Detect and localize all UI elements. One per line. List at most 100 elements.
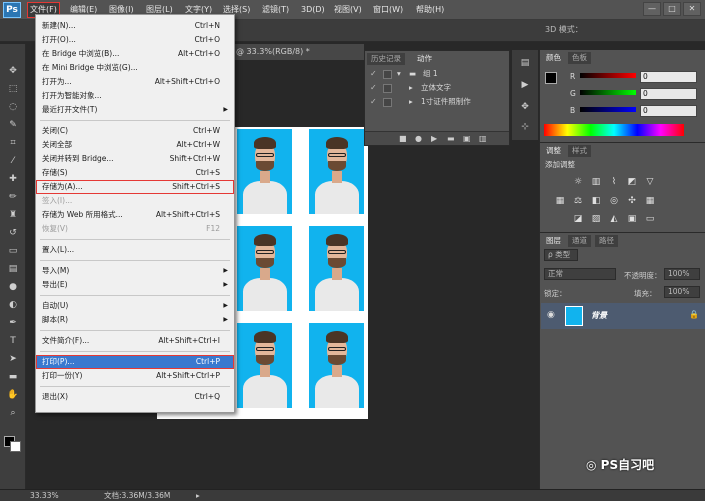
menu-filter[interactable]: 滤镜(T) — [262, 3, 289, 17]
dialog-toggle[interactable] — [383, 84, 392, 93]
file-menu-item[interactable]: 打开(O)... Ctrl+O — [36, 33, 234, 47]
marquee-tool-icon[interactable]: ⬚ — [4, 82, 22, 96]
file-menu-item[interactable]: 导入(M) ▶ — [36, 264, 234, 278]
shape-tool-icon[interactable]: ▬ — [4, 370, 22, 384]
tab-history[interactable]: 历史记录 — [367, 53, 405, 65]
color-lookup-icon[interactable]: ▦ — [644, 195, 656, 207]
opacity-input[interactable]: 100% — [664, 268, 700, 280]
eraser-tool-icon[interactable]: ▭ — [4, 244, 22, 258]
brush-tool-icon[interactable]: ✏ — [4, 190, 22, 204]
close-button[interactable]: ✕ — [683, 2, 701, 16]
photo-filter-icon[interactable]: ◎ — [608, 195, 620, 207]
blend-mode-select[interactable]: 正常 — [544, 268, 616, 280]
lasso-tool-icon[interactable]: ◌ — [4, 100, 22, 114]
expand-arrow-icon[interactable]: ▸ — [409, 81, 413, 95]
brush-panel-icon[interactable]: ⊹ — [517, 120, 533, 134]
channel-b-slider[interactable] — [580, 107, 636, 112]
brightness-contrast-icon[interactable]: ☼ — [572, 176, 584, 188]
history-panel-icon[interactable]: ▤ — [517, 56, 533, 70]
tab-actions[interactable]: 动作 — [413, 53, 436, 65]
channel-g-value[interactable]: 0 — [640, 88, 697, 100]
levels-icon[interactable]: ▥ — [590, 176, 602, 188]
file-menu-item[interactable]: 脚本(R) ▶ — [36, 313, 234, 327]
tab-styles[interactable]: 样式 — [568, 145, 591, 157]
menu-window[interactable]: 窗口(W) — [373, 3, 403, 17]
tab-layers[interactable]: 图层 — [542, 235, 565, 247]
fill-input[interactable]: 100% — [664, 286, 700, 298]
new-set-icon[interactable]: ▬ — [447, 132, 455, 146]
file-menu-item[interactable]: 存储(S) Ctrl+S — [36, 166, 234, 180]
maximize-button[interactable]: □ — [663, 2, 681, 16]
file-menu-item[interactable]: 关闭并转到 Bridge... Shift+Ctrl+W — [36, 152, 234, 166]
path-select-tool-icon[interactable]: ➤ — [4, 352, 22, 366]
threshold-icon[interactable]: ◭ — [608, 213, 620, 225]
document-tab[interactable]: @ 33.3%(RGB/8) * — [234, 44, 364, 60]
channel-r-slider[interactable] — [580, 73, 636, 78]
layer-name[interactable]: 背景 — [591, 310, 607, 321]
tab-color[interactable]: 颜色 — [542, 52, 565, 64]
file-menu-item[interactable]: 打印(P)... Ctrl+P — [36, 355, 234, 369]
file-menu-item[interactable]: 关闭(C) Ctrl+W — [36, 124, 234, 138]
file-menu-item[interactable]: 打印一份(Y) Alt+Shift+Ctrl+P — [36, 369, 234, 383]
healing-brush-tool-icon[interactable]: ✚ — [4, 172, 22, 186]
zoom-tool-icon[interactable]: ⌕ — [4, 406, 22, 420]
dialog-toggle[interactable] — [383, 70, 392, 79]
stop-icon[interactable]: ■ — [399, 132, 407, 146]
minimize-button[interactable]: — — [643, 2, 661, 16]
file-menu-item[interactable]: 置入(L)... — [36, 243, 234, 257]
dialog-toggle[interactable] — [383, 98, 392, 107]
hue-saturation-icon[interactable]: ▦ — [554, 195, 566, 207]
file-menu-item[interactable]: 恢复(V) F12 — [36, 222, 234, 236]
pen-tool-icon[interactable]: ✒ — [4, 316, 22, 330]
history-brush-tool-icon[interactable]: ↺ — [4, 226, 22, 240]
background-color-swatch[interactable] — [10, 441, 21, 452]
file-menu-item[interactable]: 打开为智能对象... — [36, 89, 234, 103]
tool-presets-icon[interactable]: ✥ — [517, 100, 533, 114]
dodge-tool-icon[interactable]: ◐ — [4, 298, 22, 312]
tab-swatches[interactable]: 色板 — [568, 52, 591, 64]
zoom-level[interactable]: 33.33% — [30, 490, 59, 501]
file-menu-item[interactable]: 打开为... Alt+Shift+Ctrl+O — [36, 75, 234, 89]
menu-3d[interactable]: 3D(D) — [301, 3, 325, 17]
file-menu-item[interactable]: 存储为 Web 所用格式... Alt+Shift+Ctrl+S — [36, 208, 234, 222]
layer-kind-filter[interactable]: ρ 类型 — [544, 249, 578, 261]
file-menu-item[interactable]: 新建(N)... Ctrl+N — [36, 19, 234, 33]
exposure-icon[interactable]: ◩ — [626, 176, 638, 188]
document-info[interactable]: 文档:3.36M/3.36M — [104, 490, 170, 501]
gradient-map-icon[interactable]: ▭ — [644, 213, 656, 225]
action-row[interactable]: ✓ ▾ ▬ 组 1 — [367, 67, 508, 81]
clone-stamp-tool-icon[interactable]: ♜ — [4, 208, 22, 222]
actions-panel-icon[interactable]: ▶ — [517, 78, 533, 92]
status-arrow-icon[interactable]: ▸ — [196, 490, 200, 501]
play-icon[interactable]: ▶ — [431, 132, 437, 146]
color-fg-swatch[interactable] — [545, 72, 557, 84]
color-balance-icon[interactable]: ⚖ — [572, 195, 584, 207]
file-menu-item[interactable]: 存储为(A)... Shift+Ctrl+S — [36, 180, 234, 194]
tab-paths[interactable]: 路径 — [595, 235, 618, 247]
black-white-icon[interactable]: ◧ — [590, 195, 602, 207]
tab-adjustments[interactable]: 调整 — [542, 145, 565, 157]
curves-icon[interactable]: ⌇ — [608, 176, 620, 188]
record-icon[interactable]: ● — [415, 132, 422, 146]
color-spectrum-bar[interactable] — [544, 124, 684, 136]
blur-tool-icon[interactable]: ● — [4, 280, 22, 294]
file-menu-item[interactable]: 签入(I)... — [36, 194, 234, 208]
file-menu-item[interactable]: 退出(X) Ctrl+Q — [36, 390, 234, 404]
channel-b-value[interactable]: 0 — [640, 105, 697, 117]
hand-tool-icon[interactable]: ✋ — [4, 388, 22, 402]
channel-g-slider[interactable] — [580, 90, 636, 95]
file-menu-item[interactable]: 自动(U) ▶ — [36, 299, 234, 313]
invert-icon[interactable]: ◪ — [572, 213, 584, 225]
posterize-icon[interactable]: ▨ — [590, 213, 602, 225]
gradient-tool-icon[interactable]: ▤ — [4, 262, 22, 276]
layer-row-background[interactable]: ◉ 背景 🔒 — [541, 303, 705, 329]
expand-arrow-icon[interactable]: ▸ — [409, 95, 413, 109]
action-row[interactable]: ✓ ▸ 立体文字 — [367, 81, 508, 95]
action-row[interactable]: ✓ ▸ 1寸证件照制作 — [367, 95, 508, 109]
expand-arrow-icon[interactable]: ▾ — [397, 67, 401, 81]
move-tool-icon[interactable]: ✥ — [4, 64, 22, 78]
selective-color-icon[interactable]: ▣ — [626, 213, 638, 225]
menu-help[interactable]: 帮助(H) — [416, 3, 444, 17]
file-menu-item[interactable]: 文件简介(F)... Alt+Shift+Ctrl+I — [36, 334, 234, 348]
file-menu-item[interactable]: 最近打开文件(T) ▶ — [36, 103, 234, 117]
